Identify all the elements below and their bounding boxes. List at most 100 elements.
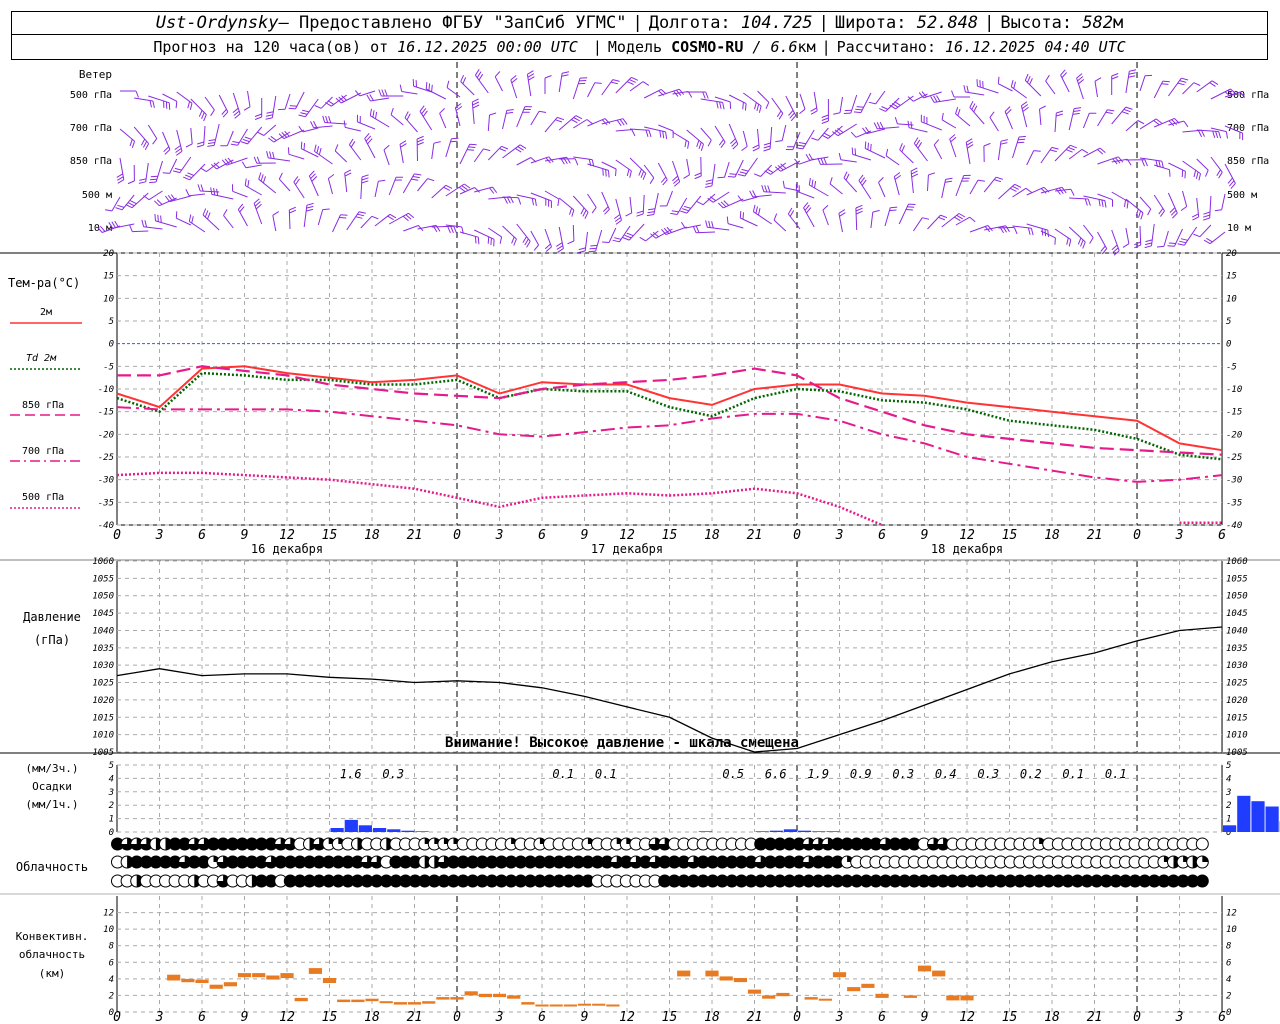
wind-barb-feather [692,226,697,233]
time-tick-label: 3 [155,528,164,543]
time-tick-label: 21 [1087,528,1103,543]
temperature-tick-label: -10 [98,385,114,395]
wind-barb [1167,77,1182,97]
precip-tick-label-right: 2 [1226,801,1231,811]
wind-barb-feather [557,198,560,206]
wind-barb-feather [411,178,419,181]
wind-barb-feather [1162,80,1170,83]
temperature-tick-label: -20 [98,430,114,440]
wind-barb [346,211,360,231]
convective-cloud-bar [209,984,223,989]
wind-barb-feather [829,177,833,185]
wind-barb-feather [247,180,250,188]
wind-barb-feather [580,207,585,215]
precip-bar [783,829,797,832]
wind-barb-feather [506,196,511,204]
wind-barb-feather [1206,237,1213,243]
convective-cloud-bar [875,993,889,998]
time-tick-label-bottom: 9 [921,1010,929,1024]
precip-3h-total: 0.1 [1105,767,1127,781]
wind-barb-feather [639,236,646,242]
wind-barb-feather [117,176,124,181]
wind-barb-feather [390,107,394,115]
wind-barb [345,126,361,132]
pressure-tick-label-right: 1045 [1226,609,1248,619]
wind-barb-feather [131,141,136,148]
wind-barb-feather [1147,208,1152,216]
wind-barb-feather [557,248,564,253]
wind-barb-feather [334,144,339,152]
wind-barb-feather [647,211,655,214]
precip-bar [755,831,769,832]
time-tick-label: 6 [538,528,546,543]
wind-level-label-right: 850 гПа [1227,156,1269,167]
wind-barb-feather [175,101,178,109]
pressure-axis-title: Давление [23,610,81,624]
wind-barb [572,195,589,213]
precip-bar [769,830,783,832]
wind-barb [278,178,291,192]
wind-barb-feather [741,168,749,172]
wind-barb [601,161,617,170]
wind-barb-feather [425,81,428,90]
wind-barb-feather [941,112,944,120]
wind-barb-feather [642,173,647,180]
wind-barb-feather [327,100,334,105]
wind-barb-feather [446,80,450,88]
wind-barb-feather [843,171,848,179]
temperature-tick-label-right: -25 [1226,453,1242,463]
wind-barb-feather [1033,150,1041,152]
wind-barb [1125,71,1130,94]
wind-barb-feather [901,145,906,153]
wind-barb-feather [1026,75,1031,83]
wind-barb-feather [1145,239,1153,243]
wind-barb-feather [406,113,411,121]
wind-barb-feather [378,179,386,182]
wind-barb-feather [574,158,579,166]
wind-barb [615,129,632,132]
wind-barb-feather [1098,199,1101,207]
wind-barb-feather [443,186,451,191]
convective-cloud-bar [365,998,379,1002]
time-tick-label: 15 [322,528,338,543]
time-tick-label: 18 [364,528,380,543]
wind-barb-feather [216,188,219,196]
precip-bar [798,830,812,832]
wind-barb [473,148,484,163]
precip-label: Осадки [32,780,72,793]
legend-label-500: 500 гПа [22,492,64,503]
wind-barb-feather [117,179,125,184]
wind-barb [206,161,220,173]
wind-barb-feather [705,91,709,99]
wind-barb-feather [506,111,514,114]
wind-barb-feather [244,136,252,140]
wind-barb [232,190,248,198]
precip-3h-total: 0.1 [1062,767,1084,781]
convective-cloud-bar [379,1001,393,1004]
wind-barb [302,127,319,133]
wind-barb-feather [325,101,332,107]
wind-barb [459,187,475,195]
wind-barb-feather [578,250,586,254]
wind-barb-feather [885,148,889,156]
wind-barb [858,180,872,200]
wind-barb-feather [526,241,531,248]
wind-barb-feather [1014,183,1022,188]
wind-barb-feather [911,170,918,175]
wind-barb-feather [752,190,757,197]
wind-barb-feather [864,141,867,149]
wind-barb-feather [244,178,247,186]
wind-barb [1026,223,1048,231]
pressure-tick-label-right: 1035 [1226,644,1248,654]
wind-barb-feather [472,104,480,109]
wind-barb-feather [375,111,378,119]
wind-barb-feather [765,102,770,109]
wind-barb-feather [594,82,602,84]
time-tick-label-bottom: 6 [198,1010,206,1024]
wind-barb [1083,195,1106,202]
wind-barb-feather [1180,238,1188,241]
wind-barb-feather [717,176,725,179]
wind-barb-feather [150,175,158,178]
wind-barb [232,92,241,115]
wind-barb [1094,81,1098,98]
